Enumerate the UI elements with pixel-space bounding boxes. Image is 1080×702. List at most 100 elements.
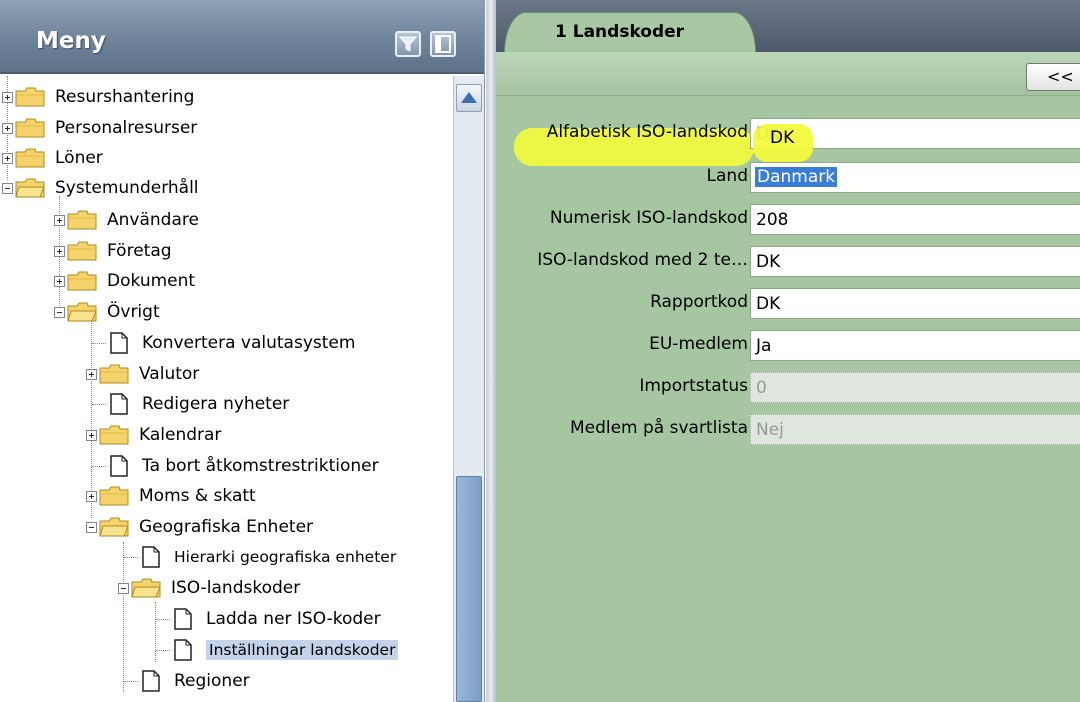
folder-open-icon [131,578,161,598]
tree-item-personalresurser[interactable]: Personalresurser [2,113,197,143]
tree-item-loner[interactable]: Löner [2,143,103,173]
tree-item-foretag[interactable]: Företag [54,236,172,266]
field-label: Alfabetisk ISO-landskod [546,122,748,142]
field-row-numerisk: Numerisk ISO-landskod 208 [496,202,1080,238]
tree-item-hierarki[interactable]: Hierarki geografiska enheter [124,542,396,572]
tab-strip: 1 Landskoder [496,0,1080,54]
tree-item-ovrigt[interactable]: Övrigt [54,297,160,327]
splitter[interactable] [486,0,496,702]
scroll-up-button[interactable] [456,84,482,112]
tree-item-anvandare[interactable]: Användare [54,205,199,235]
tree-item-label: Ta bort åtkomstrestriktioner [142,456,379,476]
expand-icon[interactable] [86,429,97,441]
tree-item-systemunderhall[interactable]: Systemunderhåll [2,173,199,203]
tree-item-label: Redigera nyheter [142,394,290,414]
collapse-icon[interactable] [2,182,13,194]
collapse-icon[interactable] [118,582,129,594]
tree-scrollbar[interactable] [453,76,484,702]
tab-landskoder[interactable]: 1 Landskoder [504,12,756,54]
tree-item-valutor[interactable]: Valutor [86,359,199,389]
document-icon [110,455,128,477]
content-area: 1 Landskoder << Alfabetisk ISO-landskod … [496,0,1080,702]
folder-icon [15,148,45,168]
tree-item-label-selected: Inställningar landskoder [206,640,399,660]
expand-icon[interactable] [54,245,65,257]
iso-landskod-2-tecken-input[interactable]: DK [750,246,1080,277]
expand-icon[interactable] [54,214,65,226]
tree-item-label: Användare [107,210,199,230]
field-value-selected: Danmark [755,167,838,187]
filter-button[interactable] [395,31,421,57]
tree-item-installningar[interactable]: Inställningar landskoder [156,635,399,665]
menu-header: Meny [0,0,484,74]
tree-item-label: ISO-landskoder [171,578,301,598]
tree-item-ladda-ner[interactable]: Ladda ner ISO-koder [156,604,381,634]
tree-item-geografiska[interactable]: Geografiska Enheter [86,512,313,542]
rapportkod-input[interactable]: DK [750,288,1080,319]
tree-item-iso-landskoder[interactable]: ISO-landskoder [118,573,300,603]
expand-icon[interactable] [54,275,65,287]
field-value: 0 [756,378,767,398]
tree-item-redigera-nyheter[interactable]: Redigera nyheter [92,389,289,419]
tree-item-ta-bort[interactable]: Ta bort åtkomstrestriktioner [92,451,379,481]
eu-medlem-input[interactable]: Ja [750,330,1080,361]
field-row-rapportkod: Rapportkod DK [496,286,1080,322]
scroll-thumb[interactable] [456,476,482,702]
collapse-icon[interactable] [54,306,65,318]
field-label: Importstatus [639,376,748,396]
expand-icon[interactable] [86,490,97,502]
folder-icon [15,87,45,107]
tree-item-label: Företag [107,241,172,261]
tree-item-konvertera[interactable]: Konvertera valutasystem [92,328,355,358]
menu-panel: Meny Resurshantering Personalresurser Lö… [0,0,485,702]
tree-item-kalendrar[interactable]: Kalendrar [86,420,221,450]
panel-toggle-button[interactable] [430,31,456,57]
tree-item-label: Personalresurser [55,118,198,138]
tree-item-label: Geografiska Enheter [139,517,314,537]
panel-icon [435,35,451,53]
expand-icon[interactable] [2,122,13,134]
document-icon [110,332,128,354]
folder-open-icon [15,178,45,198]
filter-icon [399,36,417,52]
tree-item-label: Moms & skatt [139,486,256,506]
tree-item-label: Ladda ner ISO-koder [206,609,381,629]
folder-icon [15,118,45,138]
field-label: Medlem på svartlista [569,418,748,438]
tree-item-label: Hierarki geografiska enheter [174,548,397,566]
field-label: Numerisk ISO-landskod [549,208,748,228]
expand-icon[interactable] [86,368,97,380]
field-row-eu: EU-medlem Ja [496,328,1080,364]
tree-item-resurshantering[interactable]: Resurshantering [2,82,194,112]
land-input[interactable]: Danmark [750,162,1080,193]
folder-icon [99,425,129,445]
tree-item-label: Löner [55,148,103,168]
folder-icon [99,364,129,384]
field-label: Land [706,166,748,186]
field-row-land: Land Danmark [496,160,1080,196]
expand-icon[interactable] [2,152,13,164]
folder-open-icon [67,302,97,322]
folder-open-icon [99,517,129,537]
document-icon [142,670,160,692]
field-label: Rapportkod [650,292,748,312]
document-icon [174,639,192,661]
numerisk-iso-landskod-input[interactable]: 208 [750,204,1080,235]
tree-item-label: Resurshantering [55,87,195,107]
tree-item-label: Konvertera valutasystem [142,333,356,353]
tree-item-regioner[interactable]: Regioner [124,666,250,696]
menu-title: Meny [36,28,106,54]
tree-item-dokument[interactable]: Dokument [54,266,195,296]
collapse-icon[interactable] [86,521,97,533]
document-icon [174,608,192,630]
field-value: Ja [756,336,772,356]
previous-button[interactable]: << [1026,63,1080,91]
tab-label: 1 Landskoder [555,22,685,42]
folder-icon [67,241,97,261]
tree-item-moms[interactable]: Moms & skatt [86,481,256,511]
expand-icon[interactable] [2,91,13,103]
field-value: DK [756,252,781,272]
folder-icon [67,210,97,230]
tree-item-label: Dokument [107,271,196,291]
folder-icon [67,271,97,291]
